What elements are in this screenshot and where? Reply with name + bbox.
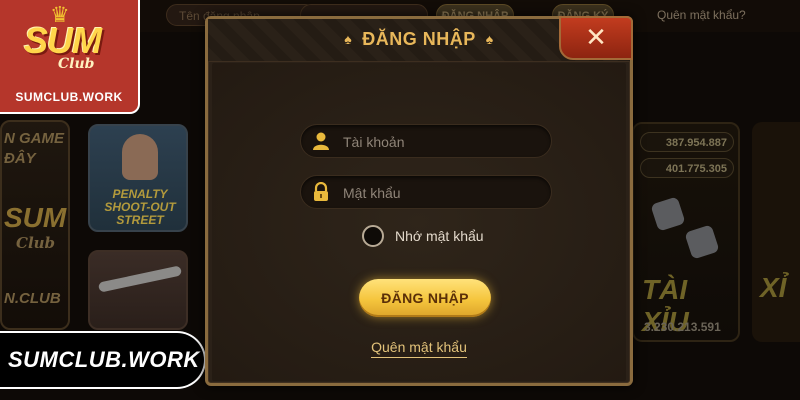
site-banner-text: SUMCLUB.WORK: [8, 347, 200, 372]
username-field-container: [300, 124, 552, 159]
remember-label: Nhớ mật khẩu: [395, 228, 484, 244]
modal-body: Nhớ mật khẩu ĐĂNG NHẬP Quên mật khẩu: [212, 63, 626, 381]
bg-left-line: SUM: [4, 202, 67, 233]
username-input[interactable]: [341, 125, 545, 159]
user-icon: [313, 132, 329, 150]
login-modal: ♠ ĐĂNG NHẬP ♠ ✕ Nhớ mật khẩu: [205, 16, 633, 386]
bg-game-card-penalty: PENALTY SHOOT-OUT STREET: [88, 124, 188, 232]
bg-penalty-title: PENALTY SHOOT-OUT STREET: [104, 187, 176, 227]
bg-game-card-taixiu: 387.954.887 401.775.305 TÀI XỈU 3.230.21…: [632, 122, 740, 342]
bg-player-figure: [122, 134, 158, 180]
forgot-password-container: Quên mật khẩu: [212, 339, 626, 358]
login-button[interactable]: ĐĂNG NHẬP: [359, 279, 491, 317]
modal-title-text: ĐĂNG NHẬP: [362, 29, 476, 49]
password-field-container: [300, 175, 552, 210]
bg-plane-icon: [97, 265, 183, 293]
close-button[interactable]: ✕: [559, 16, 633, 60]
dice-icon: [650, 196, 686, 232]
forgot-password-link[interactable]: Quên mật khẩu: [371, 339, 467, 358]
dice-icon: [684, 224, 720, 260]
brand-logo: ♛ SUM Club SUMCLUB.WORK: [0, 0, 140, 114]
lock-icon: [314, 182, 328, 201]
site-banner: SUMCLUB.WORK: [0, 331, 206, 389]
bg-right-label: XỈ: [760, 272, 787, 303]
bg-game-card-aviator: [88, 250, 188, 330]
bg-taixiu-total: 3.230.213.591: [644, 320, 721, 334]
bg-left-line: Club: [16, 234, 56, 252]
bg-forgot-password: Quên mật khẩu?: [657, 8, 746, 22]
bg-game-card-right: XỈ: [752, 122, 800, 342]
logo-site-text: SUMCLUB.WORK: [15, 90, 123, 104]
remember-checkbox[interactable]: [362, 225, 384, 247]
spade-icon: ♠: [485, 31, 494, 47]
bg-balance-top: 387.954.887: [640, 132, 734, 152]
bg-left-line: ĐÂY: [4, 150, 36, 167]
close-icon: ✕: [585, 22, 607, 52]
bg-left-line: N.CLUB: [4, 290, 61, 307]
bg-left-line: N GAME: [4, 130, 64, 147]
logo-sub-text: Club: [58, 56, 95, 72]
password-input[interactable]: [341, 176, 545, 210]
spade-icon: ♠: [344, 31, 353, 47]
bg-game-card-sumclub: N GAME ĐÂY SUM Club N.CLUB: [0, 120, 70, 330]
bg-balance-mid: 401.775.305: [640, 158, 734, 178]
